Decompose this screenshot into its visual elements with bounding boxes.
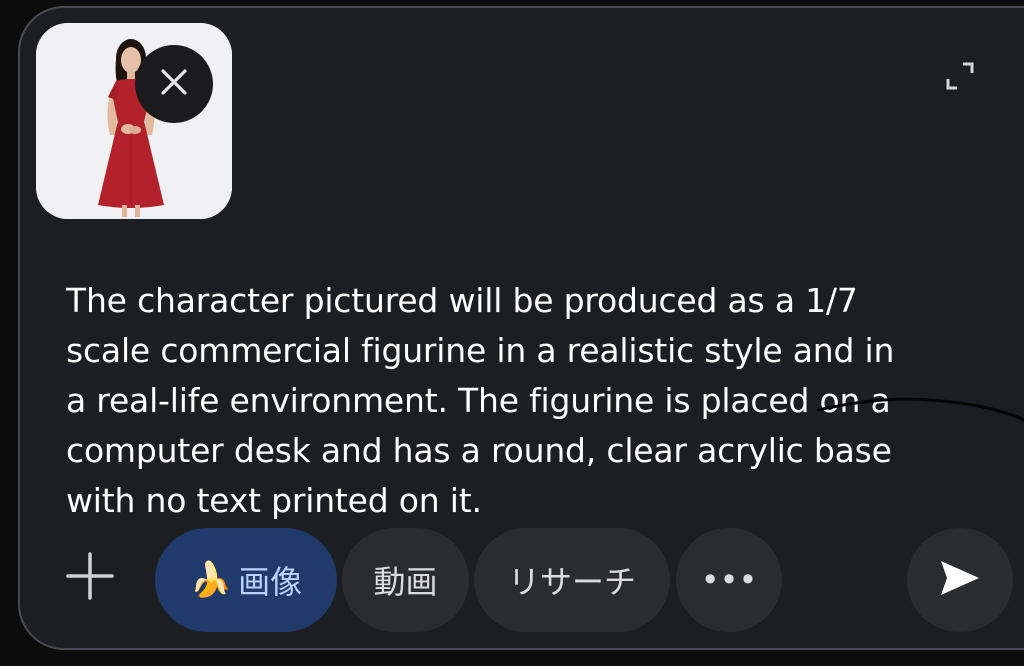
attached-image-thumbnail[interactable] xyxy=(36,23,232,219)
video-mode-chip[interactable]: 動画 xyxy=(342,528,469,632)
add-button[interactable] xyxy=(60,548,120,608)
woman-in-red-dress-image xyxy=(36,23,232,219)
remove-attachment-button[interactable] xyxy=(135,45,213,123)
plus-icon xyxy=(65,551,115,605)
prompt-text[interactable]: The character pictured will be produced … xyxy=(66,276,906,526)
video-mode-label: 動画 xyxy=(373,563,438,601)
image-mode-chip[interactable]: 🍌 画像 xyxy=(155,528,337,632)
close-icon xyxy=(157,65,191,103)
send-button[interactable] xyxy=(907,528,1013,632)
research-mode-label: リサーチ xyxy=(507,563,636,601)
banana-icon: 🍌 xyxy=(189,560,233,600)
more-options-button[interactable]: ••• xyxy=(676,528,782,632)
send-icon xyxy=(937,555,983,605)
expand-icon xyxy=(943,59,977,97)
more-dots-icon: ••• xyxy=(700,561,758,599)
expand-button[interactable] xyxy=(938,56,982,100)
research-mode-chip[interactable]: リサーチ xyxy=(474,528,670,632)
image-mode-label: 画像 xyxy=(238,563,303,601)
